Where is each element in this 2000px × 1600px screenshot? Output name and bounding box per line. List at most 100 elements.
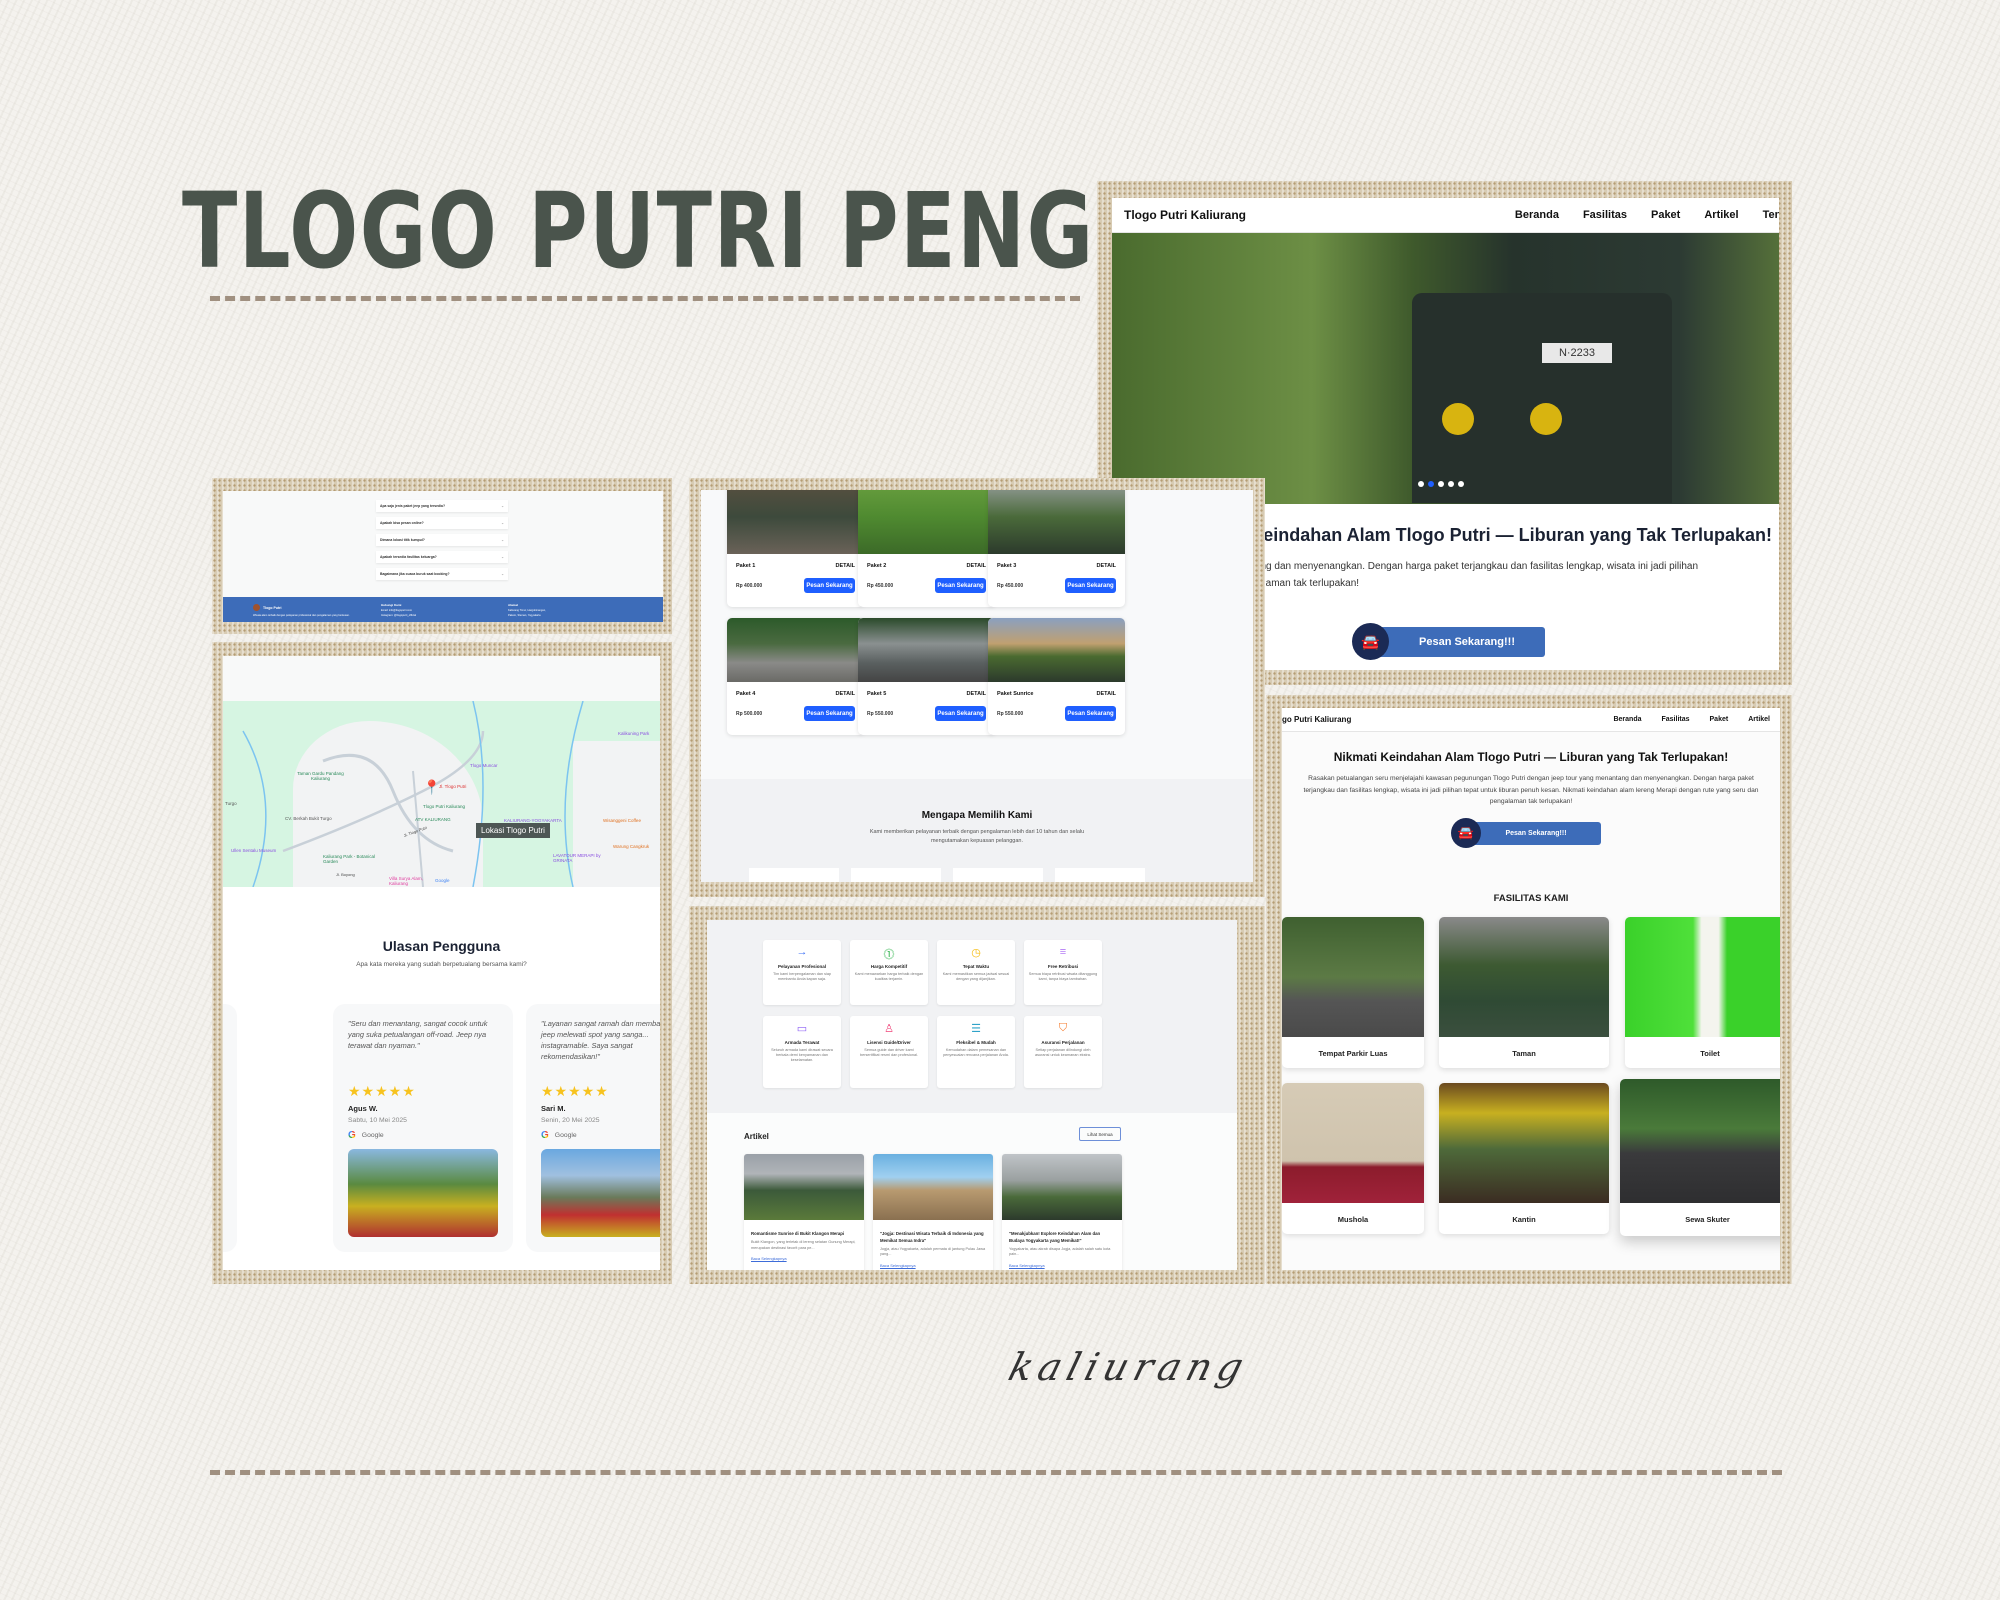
footer-instagram[interactable]: Instagram: @tlogoputri_official [381, 614, 416, 617]
facility-card[interactable]: Kantin [1439, 1083, 1609, 1234]
feature-title: Lisensi Guide/Driver [867, 1040, 911, 1045]
map-pin-icon[interactable]: 📍 [423, 779, 440, 796]
facility-card[interactable]: Toilet [1625, 917, 1780, 1068]
feature-desc: Seluruh armada kami dirawat secara berka… [771, 1048, 833, 1063]
pesan-sekarang-button[interactable]: Pesan Sekarang [935, 578, 986, 593]
paket-card[interactable]: Paket 3 DETAIL Rp 450.000 Pesan Sekarang [988, 490, 1125, 607]
paket-detail-link[interactable]: DETAIL [1097, 563, 1116, 569]
paket-card[interactable]: Paket 1 DETAIL Rp 400.000 Pesan Sekarang [727, 490, 864, 607]
paket-card[interactable]: Paket 4 DETAIL Rp 500.000 Pesan Sekarang [727, 618, 864, 735]
see-all-articles-button[interactable]: Lihat Semua [1079, 1127, 1121, 1141]
nav-beranda[interactable]: Beranda [1515, 209, 1559, 221]
nav-beranda[interactable]: Beranda [1613, 716, 1641, 723]
paket-name: Paket Sunrice [997, 691, 1034, 697]
fasilitas-screenshot-panel: Tlogo Putri Kaliurang Beranda Fasilitas … [1266, 695, 1792, 1284]
paket-name: Paket 1 [736, 563, 756, 569]
facility-card[interactable]: Mushola [1282, 1083, 1424, 1234]
nav-paket[interactable]: Paket [1710, 716, 1729, 723]
list-icon: ≡ [1059, 946, 1067, 958]
faq-item[interactable]: Bagaimana jika cuaca buruk saat booking?… [376, 568, 508, 580]
paket-name: Paket 3 [997, 563, 1017, 569]
map-place[interactable]: Kalikuning Park [618, 731, 649, 736]
paket-price: Rp 500.000 [736, 710, 763, 717]
feature-card: ≡ Free Retribusi Semua biaya retribusi w… [1024, 940, 1102, 1005]
faq-item[interactable]: Apa saja jenis paket jeep yang tersedia?… [376, 500, 508, 512]
read-more-link[interactable]: Baca Selengkapnya [873, 1260, 993, 1270]
pesan-sekarang-button[interactable]: Pesan Sekarang [1065, 706, 1116, 721]
paket-card[interactable]: Paket 5 DETAIL Rp 550.000 Pesan Sekarang [858, 618, 995, 735]
map-place[interactable]: Kaliurang Park - Botanical Garden [323, 854, 378, 864]
review-photo[interactable] [348, 1149, 498, 1237]
fasilitas-cta-button[interactable]: 🚘 Pesan Sekarang!!! [1451, 818, 1601, 848]
faq-question: Apa saja jenis paket jeep yang tersedia? [380, 504, 446, 508]
feature-desc: Tim kami berpengalaman dan siap membantu… [772, 972, 832, 982]
shield-icon: ⛉ [1058, 1022, 1068, 1034]
feature-desc: Kami memastikan semua jadwal sesuai deng… [942, 972, 1010, 982]
map-place[interactable]: Tlogo Muncar [470, 763, 498, 768]
arrow-right-icon: → [796, 946, 808, 958]
faq-question: Bagaimana jika cuaca buruk saat booking? [380, 572, 450, 576]
facility-label: Tempat Parkir Luas [1318, 1049, 1388, 1058]
map-place[interactable]: Tlogo Putri Kaliurang [423, 804, 465, 809]
paket-detail-link[interactable]: DETAIL [967, 691, 986, 697]
map-place[interactable]: Villa Surya Alam, Kaliurang [389, 876, 434, 886]
article-card[interactable]: Romantisme Sunrise di Bukit Klangon Mera… [744, 1154, 864, 1270]
pesan-sekarang-button[interactable]: Pesan Sekarang [1065, 578, 1116, 593]
article-card[interactable]: "Menakjubkan! Explore Keindahan Alam dan… [1002, 1154, 1122, 1270]
feature-desc: Setiap perjalanan dilindungi oleh asuran… [1035, 1048, 1091, 1058]
map-place: Turgo [225, 801, 237, 806]
facility-card[interactable]: Taman [1439, 917, 1609, 1068]
hero-cta-button[interactable]: 🚘 Pesan Sekarang!!! [1352, 623, 1545, 660]
map-place[interactable]: ATV KALIURANG [415, 817, 451, 822]
car-icon: 🚘 [1352, 623, 1389, 660]
nav-artikel[interactable]: Artikel [1748, 716, 1770, 723]
paket-detail-link[interactable]: DETAIL [967, 563, 986, 569]
read-more-link[interactable]: Baca Selengkapnya [1002, 1260, 1122, 1270]
facility-card[interactable]: Tempat Parkir Luas [1282, 917, 1424, 1068]
nav-tentang[interactable]: Tent [1763, 209, 1779, 221]
brand-name[interactable]: Tlogo Putri Kaliurang [1124, 208, 1246, 222]
feature-card: ☰ Fleksibel & Mudah Kemudahan dalam peme… [937, 1016, 1015, 1088]
feature-title: Free Retribusi [1047, 964, 1079, 969]
article-title: Romantisme Sunrise di Bukit Klangon Mera… [751, 1231, 845, 1236]
location-map[interactable]: 📍 Jl. Tlogo Putri Tlogo Muncar KALIURANG… [223, 701, 660, 887]
paket-card[interactable]: Paket Sunrice DETAIL Rp 550.000 Pesan Se… [988, 618, 1125, 735]
faq-item[interactable]: Dimana lokasi titik kumpul? ⌄ [376, 534, 508, 546]
slider-dots[interactable] [1418, 481, 1464, 487]
divider-bottom [210, 1470, 1782, 1475]
faq-item[interactable]: Apakah bisa pesan online? ⌄ [376, 517, 508, 529]
pesan-sekarang-button[interactable]: Pesan Sekarang [935, 706, 986, 721]
feature-card: ⓵ Harga Kompetitif Kami menawarkan harga… [850, 940, 928, 1005]
paket-detail-link[interactable]: DETAIL [1097, 691, 1116, 697]
paket-image [988, 618, 1125, 682]
faq-item[interactable]: Apakah tersedia fasilitas keluarga? ⌄ [376, 551, 508, 563]
facility-label: Mushola [1337, 1215, 1369, 1224]
paket-detail-link[interactable]: DETAIL [836, 691, 855, 697]
nav-fasilitas[interactable]: Fasilitas [1583, 209, 1627, 221]
paket-name: Paket 2 [867, 563, 887, 569]
nav-fasilitas[interactable]: Fasilitas [1662, 716, 1690, 723]
paket-image [858, 618, 995, 682]
server-icon: ☰ [971, 1023, 981, 1035]
map-place[interactable]: LAVATOUR MERAPI by GRINATA [553, 853, 613, 863]
feature-desc: Semua biaya retribusi wisata ditanggung … [1028, 972, 1098, 982]
brand-name[interactable]: Tlogo Putri Kaliurang [1282, 715, 1351, 724]
article-card[interactable]: "Jogja: Destinasi Wisata Terbaik di Indo… [873, 1154, 993, 1270]
paket-image [727, 618, 864, 682]
footer-email[interactable]: Email: info@tlogoputri.com [381, 609, 412, 612]
map-place[interactable]: CV. Berkah Bukit Turgo [285, 816, 332, 821]
paket-card[interactable]: Paket 2 DETAIL Rp 450.000 Pesan Sekarang [858, 490, 995, 607]
map-place[interactable]: Warung Cangkruk [613, 844, 649, 849]
pesan-sekarang-button[interactable]: Pesan Sekarang [804, 578, 855, 593]
artikel-title: Artikel [744, 1132, 769, 1141]
map-place[interactable]: Taman Gardu Pandang Kaliurang [293, 771, 348, 781]
why-section: Mengapa Memilih Kami Kami memberikan pel… [701, 779, 1253, 882]
map-place[interactable]: Ullen Sentalu Museum [231, 848, 276, 853]
map-place[interactable]: Wisanggeni Coffee [603, 818, 641, 823]
nav-artikel[interactable]: Artikel [1704, 209, 1738, 221]
nav-paket[interactable]: Paket [1651, 209, 1680, 221]
paket-detail-link[interactable]: DETAIL [836, 563, 855, 569]
facility-card[interactable]: Sewa Skuter [1620, 1079, 1780, 1236]
read-more-link[interactable]: Baca Selengkapnya [744, 1253, 864, 1264]
pesan-sekarang-button[interactable]: Pesan Sekarang [804, 706, 855, 721]
